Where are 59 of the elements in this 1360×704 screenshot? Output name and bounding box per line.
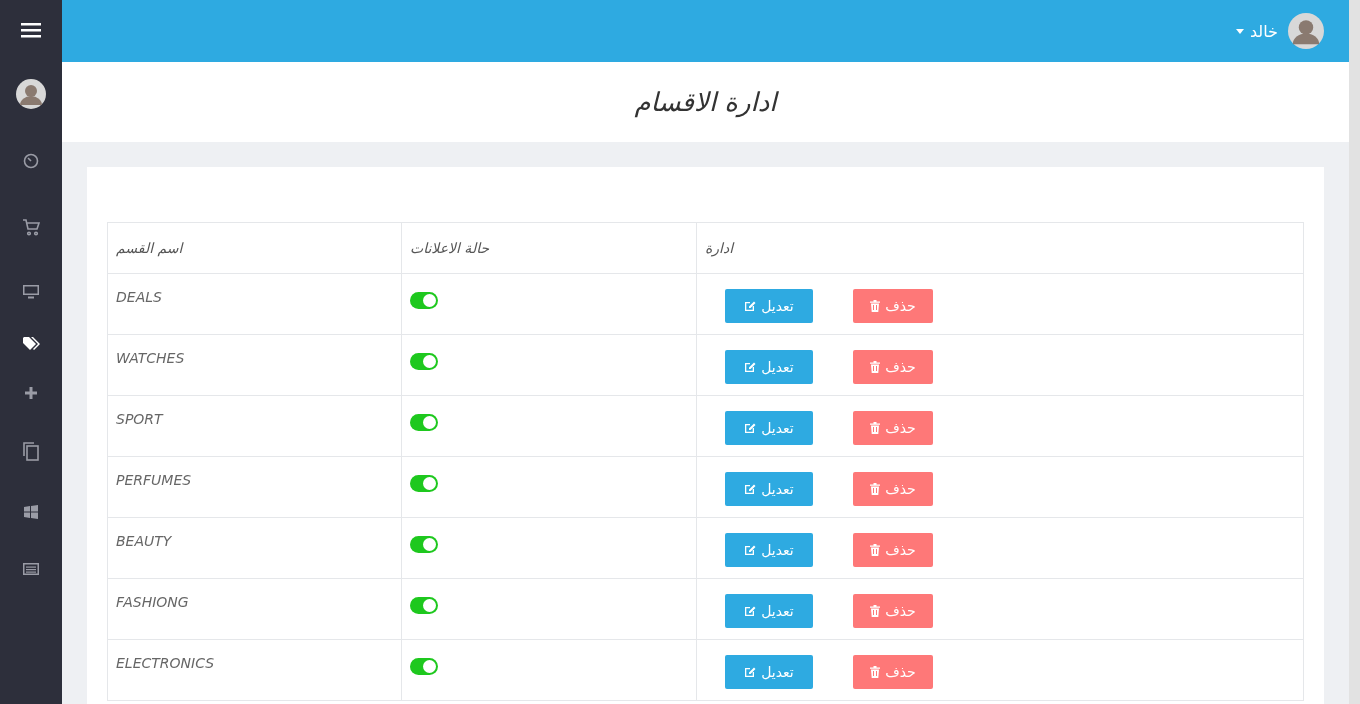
- table-cell: ELECTRONICS: [107, 639, 402, 701]
- edit-button[interactable]: تعديل: [725, 655, 813, 689]
- trash-icon: [870, 361, 881, 373]
- trash-icon: [870, 666, 881, 678]
- delete-button[interactable]: حذف: [853, 411, 933, 445]
- edit-icon: [744, 666, 757, 678]
- edit-button[interactable]: تعديل: [725, 350, 813, 384]
- table-cell: PERFUMES: [107, 456, 402, 518]
- edit-button[interactable]: تعديل: [725, 411, 813, 445]
- ads-toggle[interactable]: [410, 597, 438, 614]
- trash-icon: [870, 605, 881, 617]
- menu-icon[interactable]: [21, 22, 41, 38]
- trash-icon: [870, 300, 881, 312]
- edit-button[interactable]: تعديل: [725, 472, 813, 506]
- monitor-icon[interactable]: [23, 285, 39, 299]
- column-header: ادارة: [696, 222, 1304, 274]
- edit-icon: [744, 300, 757, 312]
- tags-icon[interactable]: [22, 337, 40, 351]
- column-header: اسم القسم: [107, 222, 402, 274]
- edit-icon: [744, 361, 757, 373]
- ads-toggle[interactable]: [410, 353, 438, 370]
- table-cell: DEALS: [107, 273, 402, 335]
- delete-button[interactable]: حذف: [853, 655, 933, 689]
- delete-button[interactable]: حذف: [853, 289, 933, 323]
- table-cell: FASHIONG: [107, 578, 402, 640]
- edit-button[interactable]: تعديل: [725, 594, 813, 628]
- delete-button[interactable]: حذف: [853, 594, 933, 628]
- ads-toggle[interactable]: [410, 475, 438, 492]
- trash-icon: [870, 544, 881, 556]
- cart-icon[interactable]: [22, 218, 40, 236]
- edit-icon: [744, 544, 757, 556]
- trash-icon: [870, 483, 881, 495]
- list-icon[interactable]: [23, 563, 39, 575]
- copy-icon[interactable]: [23, 441, 39, 461]
- ads-toggle[interactable]: [410, 414, 438, 431]
- table-cell: WATCHES: [107, 334, 402, 396]
- table-cell: BEAUTY: [107, 517, 402, 579]
- edit-icon: [744, 422, 757, 434]
- edit-button[interactable]: تعديل: [725, 533, 813, 567]
- ads-toggle[interactable]: [410, 292, 438, 309]
- edit-button[interactable]: تعديل: [725, 289, 813, 323]
- gauge-icon[interactable]: [23, 152, 39, 169]
- page-title: ادارة الاقسام: [634, 87, 777, 117]
- user-menu[interactable]: خالد: [1235, 21, 1278, 41]
- delete-button[interactable]: حذف: [853, 533, 933, 567]
- caret-icon: [1235, 28, 1244, 34]
- edit-icon: [744, 483, 757, 495]
- table-cell: SPORT: [107, 395, 402, 457]
- delete-button[interactable]: حذف: [853, 350, 933, 384]
- edit-icon: [744, 605, 757, 617]
- scrollbar[interactable]: [1349, 0, 1360, 704]
- avatar-icon[interactable]: [16, 79, 46, 109]
- delete-button[interactable]: حذف: [853, 472, 933, 506]
- ads-toggle[interactable]: [410, 536, 438, 553]
- plus-icon[interactable]: [25, 387, 37, 399]
- windows-icon[interactable]: [24, 505, 38, 519]
- trash-icon: [870, 422, 881, 434]
- ads-toggle[interactable]: [410, 658, 438, 675]
- column-header: حالة الاعلانات: [401, 222, 697, 274]
